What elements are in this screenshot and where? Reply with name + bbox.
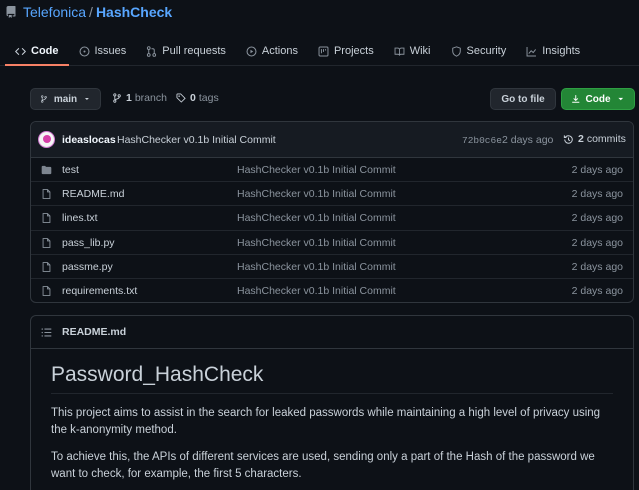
commit-message-link[interactable]: HashChecker v0.1b Initial Commit bbox=[117, 134, 276, 146]
branch-count: 1 bbox=[126, 92, 132, 104]
file-commit-message-link[interactable]: HashChecker v0.1b Initial Commit bbox=[237, 285, 396, 297]
file-date: 2 days ago bbox=[571, 260, 623, 273]
file-name-link[interactable]: pass_lib.py bbox=[62, 237, 115, 249]
tab-label: Code bbox=[31, 45, 59, 57]
commit-author-link[interactable]: ideaslocas bbox=[62, 134, 116, 146]
file-row: passme.py HashChecker v0.1b Initial Comm… bbox=[31, 255, 633, 279]
avatar[interactable] bbox=[38, 131, 55, 148]
file-row: pass_lib.py HashChecker v0.1b Initial Co… bbox=[31, 231, 633, 255]
file-commit-message-link[interactable]: HashChecker v0.1b Initial Commit bbox=[237, 237, 396, 249]
tab-label: Insights bbox=[542, 45, 581, 57]
repo-separator: / bbox=[89, 4, 93, 20]
tag-word: tags bbox=[198, 92, 219, 104]
history-icon bbox=[563, 134, 573, 144]
readme-paragraph: To achieve this, the APIs of different s… bbox=[51, 451, 595, 480]
readme-filename[interactable]: README.md bbox=[62, 326, 126, 338]
tab-label: Pull requests bbox=[162, 45, 226, 57]
file-row: README.md HashChecker v0.1b Initial Comm… bbox=[31, 182, 633, 207]
file-icon bbox=[42, 237, 51, 248]
tab-projects[interactable]: Projects bbox=[308, 36, 384, 66]
tab-label: Actions bbox=[261, 45, 298, 57]
file-icon bbox=[42, 213, 51, 224]
list-icon[interactable] bbox=[41, 327, 52, 338]
play-icon bbox=[246, 46, 257, 56]
branches-link[interactable]: 1 branch bbox=[112, 92, 167, 104]
tab-label: Projects bbox=[333, 45, 374, 57]
file-date: 2 days ago bbox=[571, 164, 623, 176]
tag-count: 0 bbox=[190, 92, 196, 104]
folder-icon bbox=[41, 165, 52, 175]
branch-name: main bbox=[53, 93, 78, 105]
shield-icon bbox=[451, 45, 461, 57]
file-row: requirements.txt HashChecker v0.1b Initi… bbox=[31, 279, 633, 302]
readme-content: Password_HashCheck This project aims to … bbox=[31, 349, 633, 483]
code-download-button[interactable]: Code bbox=[561, 88, 635, 110]
file-browser: ideaslocas HashChecker v0.1b Initial Com… bbox=[30, 121, 634, 303]
tab-insights[interactable]: Insights bbox=[516, 36, 590, 66]
file-name-link[interactable]: requirements.txt bbox=[62, 285, 137, 297]
tab-wiki[interactable]: Wiki bbox=[384, 36, 441, 66]
file-date: 2 days ago bbox=[571, 284, 623, 297]
file-commit-message-link[interactable]: HashChecker v0.1b Initial Commit bbox=[237, 164, 396, 176]
graph-icon bbox=[526, 46, 537, 56]
branch-word: branch bbox=[134, 92, 167, 104]
tab-label: Security bbox=[466, 45, 507, 57]
commit-date: 2 days ago bbox=[502, 134, 554, 146]
file-row: test HashChecker v0.1b Initial Commit 2 … bbox=[31, 158, 633, 183]
file-name-link[interactable]: README.md bbox=[62, 188, 124, 200]
chevron-down-icon bbox=[85, 98, 90, 100]
branch-bar: main 1 branch 0 tags Go to file Code bbox=[30, 88, 635, 110]
branch-icon bbox=[113, 93, 121, 103]
chevron-down-icon bbox=[617, 97, 623, 101]
code-button-label: Code bbox=[585, 93, 611, 105]
repo-name-link[interactable]: HashCheck bbox=[96, 4, 172, 20]
pull-request-icon bbox=[147, 45, 157, 57]
file-icon bbox=[42, 286, 51, 296]
file-date: 2 days ago bbox=[571, 188, 623, 201]
file-name-link[interactable]: lines.txt bbox=[62, 212, 98, 224]
commits-history-link[interactable]: 2 commits bbox=[563, 133, 626, 145]
branch-icon bbox=[40, 95, 47, 103]
tab-issues[interactable]: Issues bbox=[69, 36, 137, 66]
tag-icon bbox=[176, 93, 186, 103]
file-name-link[interactable]: passme.py bbox=[62, 261, 113, 273]
latest-commit-row: ideaslocas HashChecker v0.1b Initial Com… bbox=[31, 122, 633, 158]
tab-pull-requests[interactable]: Pull requests bbox=[136, 36, 236, 66]
tab-label: Issues bbox=[94, 45, 127, 57]
project-icon bbox=[318, 46, 329, 56]
repo-owner-link[interactable]: Telefonica bbox=[23, 4, 86, 20]
readme-panel: README.md Password_HashCheck This projec… bbox=[30, 315, 634, 490]
readme-heading: Password_HashCheck bbox=[51, 363, 613, 394]
file-date: 2 days ago bbox=[571, 212, 623, 225]
code-icon bbox=[15, 47, 26, 55]
commit-count: 2 bbox=[578, 133, 584, 145]
tab-label: Wiki bbox=[409, 45, 431, 57]
download-icon bbox=[572, 95, 580, 103]
commit-count-word: commits bbox=[586, 133, 626, 145]
tab-security[interactable]: Security bbox=[441, 36, 517, 66]
file-row: lines.txt HashChecker v0.1b Initial Comm… bbox=[31, 206, 633, 231]
book-icon bbox=[394, 47, 405, 56]
repo-title: Telefonica / HashCheck bbox=[5, 4, 172, 20]
file-name-link[interactable]: test bbox=[62, 164, 79, 176]
issue-icon bbox=[79, 46, 89, 56]
tab-code[interactable]: Code bbox=[5, 36, 69, 66]
file-icon bbox=[42, 189, 51, 200]
commit-hash-link[interactable]: 72b0c6e bbox=[462, 135, 502, 146]
branch-select-button[interactable]: main bbox=[30, 88, 101, 110]
go-to-file-button[interactable]: Go to file bbox=[490, 88, 556, 110]
file-commit-message-link[interactable]: HashChecker v0.1b Initial Commit bbox=[237, 212, 396, 224]
tags-link[interactable]: 0 tags bbox=[176, 92, 219, 104]
readme-paragraph: This project aims to assist in the searc… bbox=[51, 407, 601, 436]
readme-header: README.md bbox=[31, 316, 633, 349]
file-commit-message-link[interactable]: HashChecker v0.1b Initial Commit bbox=[237, 188, 396, 200]
repo-header: Telefonica / HashCheck Code Issues Pull … bbox=[0, 0, 639, 66]
file-icon bbox=[42, 261, 51, 272]
repo-nav-tabs: Code Issues Pull requests Actions Projec… bbox=[5, 36, 590, 66]
tab-actions[interactable]: Actions bbox=[236, 36, 308, 66]
file-commit-message-link[interactable]: HashChecker v0.1b Initial Commit bbox=[237, 261, 396, 273]
file-date: 2 days ago bbox=[571, 236, 623, 249]
repo-icon bbox=[6, 6, 16, 18]
